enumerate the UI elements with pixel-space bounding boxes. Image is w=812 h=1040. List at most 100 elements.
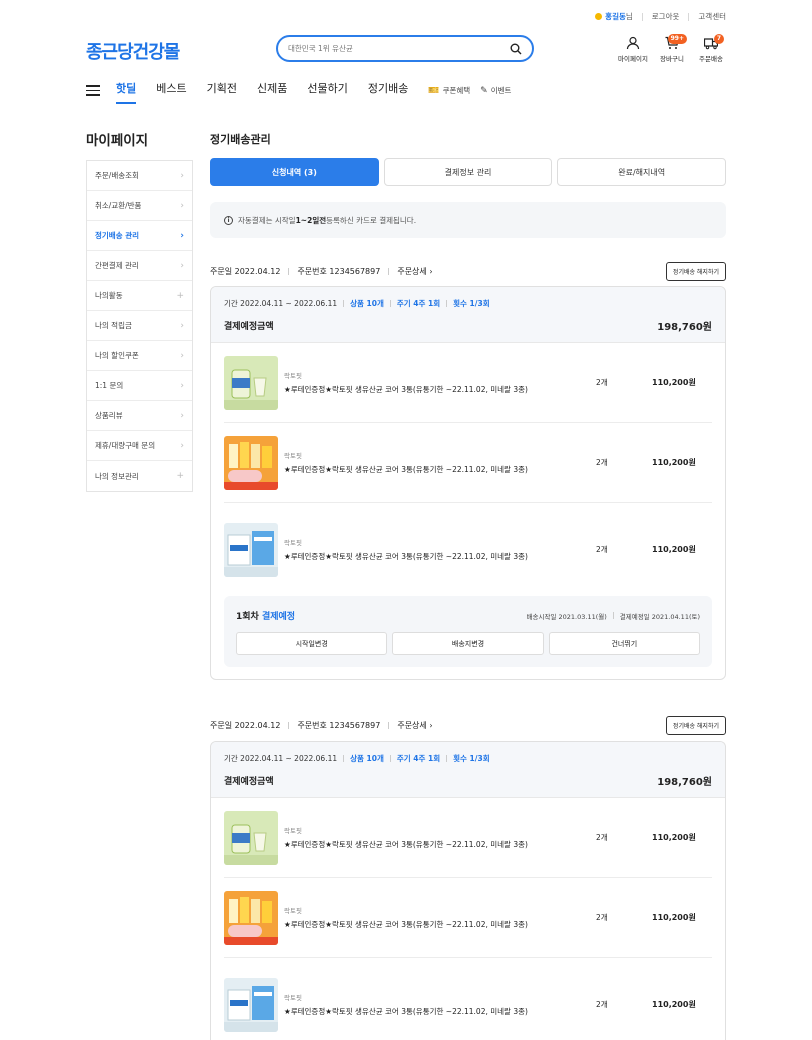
logo[interactable]: 종근당건강몰: [86, 38, 180, 64]
event-label: 이벤트: [490, 86, 512, 95]
chevron-right-icon: ›: [180, 200, 184, 211]
payment-round-number: 1회차: [236, 612, 259, 622]
divider: [388, 722, 390, 729]
main-nav: 핫딜 베스트 기획전 신제품 선물하기 정기배송 🎫 쿠폰혜택 ✎ 이벤트: [86, 80, 521, 104]
product-image[interactable]: [224, 435, 278, 490]
nav-new[interactable]: 신제품: [257, 80, 287, 101]
product-row[interactable]: 락토핏 ★루테인증정★락토핏 생유산균 코어 3통(유통기한 ~22.11.02,…: [224, 878, 712, 958]
tab-completed[interactable]: 완료/해지내역: [557, 158, 727, 186]
order-detail-link[interactable]: 주문상세 ›: [397, 720, 432, 731]
nav-event[interactable]: ✎ 이벤트: [480, 85, 511, 96]
sidebar-item-partnership[interactable]: 제휴/대량구매 문의 ›: [87, 431, 192, 461]
sidebar-item-label: 정기배송 관리: [95, 231, 140, 240]
product-row[interactable]: 락토핏 ★루테인증정★락토핏 생유산균 코어 3통(유통기한 ~22.11.02,…: [224, 503, 712, 596]
delivery-start-date: 배송시작일 2021.03.11(월): [526, 612, 607, 621]
search-box[interactable]: [276, 35, 534, 62]
user-name: 홍길동: [605, 12, 626, 21]
sidebar-item-orders[interactable]: 주문/배송조회 ›: [87, 161, 192, 191]
search-icon[interactable]: [510, 43, 522, 55]
product-image[interactable]: [224, 810, 278, 865]
order-cycle: 주기 4주 1회: [396, 754, 441, 763]
sidebar-item-reviews[interactable]: 상품리뷰 ›: [87, 401, 192, 431]
utility-bar: 홍길동 님 로그아웃 고객센터: [595, 11, 726, 22]
product-row[interactable]: 락토핏 ★루테인증정★락토핏 생유산균 코어 3통(유통기한 ~22.11.02,…: [224, 798, 712, 878]
page-title: 정기배송관리: [210, 133, 271, 146]
change-address-button[interactable]: 배송지변경: [392, 632, 544, 655]
chevron-right-icon: ›: [180, 260, 184, 271]
notice-text-post: 등록하신 카드로 결제됩니다.: [326, 215, 417, 225]
sidebar-item-label: 나의활동: [95, 291, 123, 300]
order-header: 주문일 2022.04.12 주문번호 1234567897 주문상세 › 정기…: [210, 262, 726, 281]
amount-row: 결제예정금액 198,760원: [224, 773, 712, 788]
product-row[interactable]: 락토핏 ★루테인증정★락토핏 생유산균 코어 3통(유통기한 ~22.11.02,…: [224, 423, 712, 503]
order-cycle: 주기 4주 1회: [396, 299, 441, 308]
product-price: 110,200원: [652, 1000, 696, 1009]
product-qty: 2개: [596, 1000, 608, 1009]
chevron-right-icon: ›: [180, 380, 184, 391]
product-row[interactable]: 락토핏 ★루테인증정★락토핏 생유산균 코어 3통(유통기한 ~22.11.02,…: [224, 343, 712, 423]
sidebar-item-coupons[interactable]: 나의 할인쿠폰 ›: [87, 341, 192, 371]
product-qty: 2개: [596, 378, 608, 387]
search-input[interactable]: [288, 44, 510, 53]
sidebar-item-easypay[interactable]: 간편결제 관리 ›: [87, 251, 192, 281]
product-name: ★루테인증정★락토핏 생유산균 코어 3통(유통기한 ~22.11.02, 미네…: [284, 1006, 528, 1016]
product-brand: 락토핏: [284, 906, 302, 915]
divider: [612, 612, 614, 619]
product-image[interactable]: [224, 977, 278, 1032]
divider: [288, 722, 290, 729]
tab-payment-info[interactable]: 결제정보 관리: [383, 158, 553, 186]
product-name: ★루테인증정★락토핏 생유산균 코어 3통(유통기한 ~22.11.02, 미네…: [284, 551, 528, 561]
product-image[interactable]: [224, 355, 278, 410]
sidebar-title: 마이페이지: [86, 133, 149, 149]
product-brand: 락토핏: [284, 371, 302, 380]
sidebar-item-points[interactable]: 나의 적립금 ›: [87, 311, 192, 341]
sidebar-item-subscription[interactable]: 정기배송 관리 ›: [87, 221, 192, 251]
cart-label: 장바구니: [660, 55, 684, 63]
order-header: 주문일 2022.04.12 주문번호 1234567897 주문상세 › 정기…: [210, 716, 726, 735]
delivery-button[interactable]: 주문배송 7: [696, 34, 726, 63]
cancel-subscription-button[interactable]: 정기배송 해지하기: [665, 716, 726, 735]
divider: [641, 12, 643, 21]
chevron-right-icon: ›: [180, 350, 184, 361]
order-period: 기간 2022.04.11 ~ 2022.06.11: [224, 299, 338, 308]
nav-coupon[interactable]: 🎫 쿠폰혜택: [428, 85, 470, 96]
nav-hotdeal[interactable]: 핫딜: [116, 80, 137, 104]
sidebar-item-returns[interactable]: 취소/교환/반품 ›: [87, 191, 192, 221]
coupon-label: 쿠폰혜택: [442, 86, 471, 95]
chevron-right-icon: ›: [180, 320, 184, 331]
tab-applications[interactable]: 신청내역 (3): [210, 158, 379, 186]
order-count: 상품 10개: [350, 754, 384, 763]
amount-label: 결제예정금액: [224, 777, 274, 787]
chevron-right-icon: ›: [429, 721, 433, 730]
mypage-button[interactable]: 마이페이지: [618, 36, 648, 63]
nav-special[interactable]: 기획전: [207, 80, 237, 101]
sidebar-item-label: 나의 적립금: [95, 321, 132, 330]
nav-gift[interactable]: 선물하기: [307, 80, 347, 101]
nav-best[interactable]: 베스트: [156, 80, 186, 101]
chevron-right-icon: ›: [429, 267, 433, 276]
order-detail-label: 주문상세: [397, 267, 427, 276]
product-image[interactable]: [224, 522, 278, 577]
order-detail-link[interactable]: 주문상세 ›: [397, 266, 432, 277]
divider: [389, 300, 391, 307]
order-count: 상품 10개: [350, 299, 384, 308]
amount-label: 결제예정금액: [224, 322, 274, 332]
amount-value: 198,760원: [657, 777, 712, 788]
party-icon: ✎: [480, 85, 488, 96]
sidebar-item-inquiry[interactable]: 1:1 문의 ›: [87, 371, 192, 401]
delivery-label: 주문배송: [699, 55, 723, 63]
hamburger-icon[interactable]: [86, 85, 100, 96]
divider: [446, 300, 448, 307]
skip-button[interactable]: 건너뛰기: [548, 632, 700, 655]
logout-link[interactable]: 로그아웃: [652, 11, 680, 22]
support-link[interactable]: 고객센터: [698, 11, 726, 22]
change-start-date-button[interactable]: 시작일변경: [236, 632, 388, 655]
product-image[interactable]: [224, 890, 278, 945]
cancel-subscription-button[interactable]: 정기배송 해지하기: [665, 262, 726, 281]
sidebar-item-activity[interactable]: 나의활동 +: [87, 281, 192, 311]
cart-button[interactable]: 장바구니 99+: [657, 34, 687, 63]
nav-subscription[interactable]: 정기배송: [368, 80, 408, 101]
amount-value: 198,760원: [657, 322, 712, 333]
sidebar-item-profile[interactable]: 나의 정보관리 +: [87, 461, 192, 491]
product-row[interactable]: 락토핏 ★루테인증정★락토핏 생유산균 코어 3통(유통기한 ~22.11.02,…: [224, 958, 712, 1040]
